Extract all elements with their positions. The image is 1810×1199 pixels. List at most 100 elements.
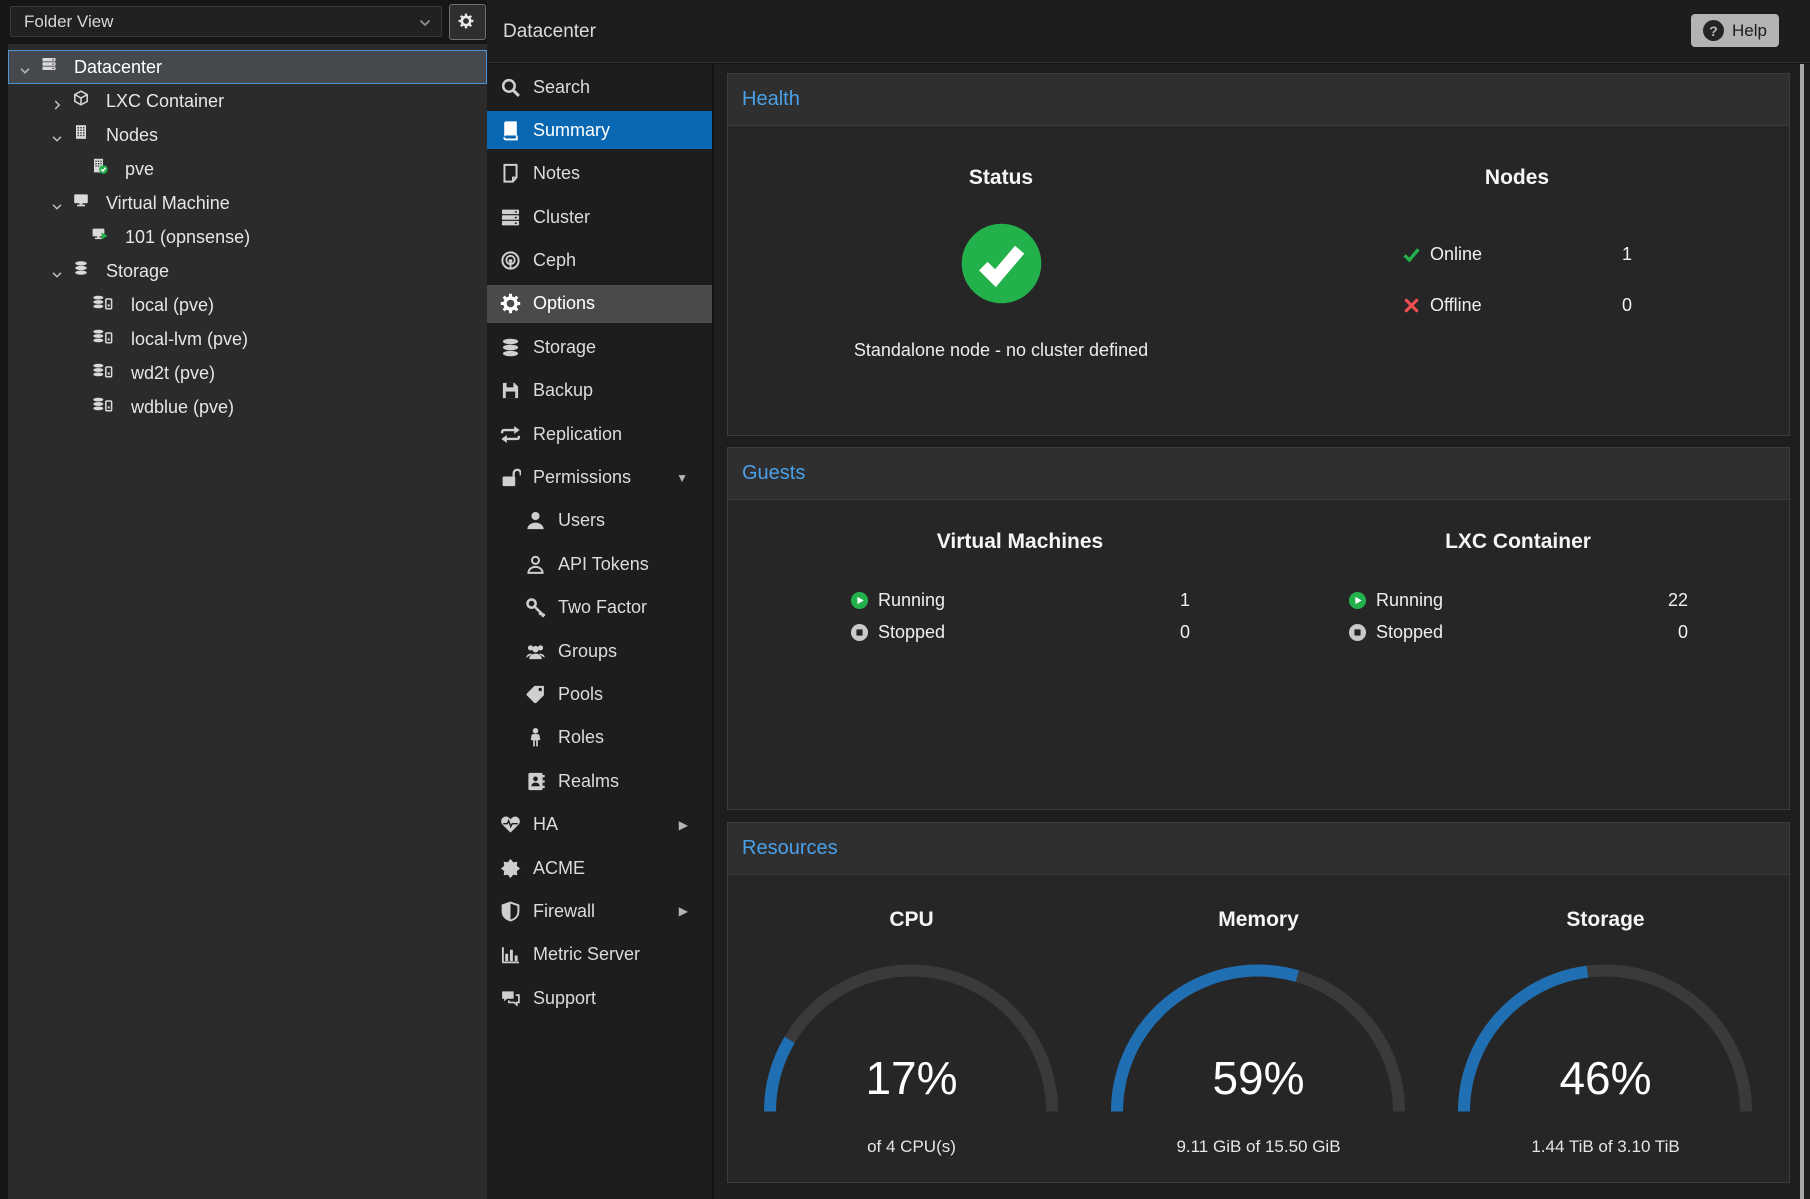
monitor-play-icon — [92, 226, 114, 248]
guests-panel-title: Guests — [742, 462, 805, 485]
gauge-sub-label: 9.11 GiB of 15.50 GiB — [1082, 1137, 1435, 1157]
guest-row-value: 0 — [1180, 622, 1190, 643]
building-icon — [73, 124, 95, 146]
gauge-storage: Storage46%1.44 TiB of 3.10 TiB — [1429, 875, 1782, 1181]
tree-item-label: local-lvm (pve) — [131, 329, 248, 350]
tree-item-101-opnsense[interactable]: 101 (opnsense) — [8, 220, 487, 254]
expander-down-icon[interactable] — [18, 60, 32, 74]
gear-icon — [500, 293, 521, 314]
tree-settings-button[interactable] — [449, 4, 486, 40]
submenu-collapsed-icon[interactable]: ▶ — [679, 904, 688, 918]
tree-item-label: Nodes — [106, 125, 158, 146]
expander-down-icon[interactable] — [50, 196, 64, 210]
menu-item-support[interactable]: Support — [487, 979, 712, 1017]
node-row-label: Offline — [1430, 295, 1482, 316]
menu-item-firewall[interactable]: Firewall▶ — [487, 892, 712, 930]
menu-item-roles[interactable]: Roles — [487, 719, 712, 757]
cluster-icon — [500, 207, 521, 228]
menu-item-label: Summary — [533, 120, 610, 141]
resources-panel-header: Resources — [728, 823, 1789, 875]
expander-down-icon — [18, 64, 32, 78]
floppy-icon — [500, 380, 521, 401]
gauge-percent: 59% — [1082, 1051, 1435, 1105]
tree-item-local-lvm-pve[interactable]: local-lvm (pve) — [8, 322, 487, 356]
gauge-memory: Memory 59% 9.11 GiB of 15.50 GiB — [1082, 875, 1435, 1181]
expander-right-icon[interactable] — [50, 94, 64, 108]
submenu-collapsed-icon[interactable]: ▶ — [679, 818, 688, 832]
health-panel-title: Health — [742, 88, 800, 111]
menu: Search Summary Notes Cluster Ceph Options Stor… — [487, 64, 713, 1199]
help-button[interactable]: ? Help — [1691, 14, 1779, 47]
menu-item-backup[interactable]: Backup — [487, 372, 712, 410]
menu-item-label: Backup — [533, 380, 593, 401]
guest-row-label: Stopped — [878, 622, 945, 643]
menu-item-cluster[interactable]: Cluster — [487, 198, 712, 236]
menu-item-search[interactable]: Search — [487, 68, 712, 106]
menu-item-label: Realms — [558, 771, 619, 792]
tag-icon — [525, 684, 546, 705]
expander-down-icon[interactable] — [50, 264, 64, 278]
guest-rows-lxc-container: Running22Stopped0 — [1348, 587, 1688, 651]
tree-item-nodes[interactable]: Nodes — [8, 118, 487, 152]
tree-item-label: LXC Container — [106, 91, 224, 112]
content: Health Status Nodes Standalone node - no… — [714, 64, 1810, 1199]
content-scrollbar[interactable] — [1800, 64, 1804, 1199]
node-row-online: Online1 — [1402, 241, 1632, 267]
database-icon — [73, 260, 95, 282]
tree-item-virtual-machine[interactable]: Virtual Machine — [8, 186, 487, 220]
database-drive-icon — [92, 294, 120, 316]
menu-item-pools[interactable]: Pools — [487, 675, 712, 713]
menu-item-realms[interactable]: Realms — [487, 762, 712, 800]
tree: Datacenter LXC Container Nodes pveVirtual M… — [8, 44, 487, 1199]
tree-item-local-pve[interactable]: local (pve) — [8, 288, 487, 322]
menu-item-label: HA — [533, 814, 558, 835]
guest-row-value: 22 — [1668, 590, 1688, 611]
user-icon — [525, 510, 546, 531]
folder-view-select[interactable]: Folder View — [10, 6, 442, 37]
menu-item-summary[interactable]: Summary — [487, 111, 712, 149]
menu-item-label: Support — [533, 988, 596, 1009]
tree-item-wd2t-pve[interactable]: wd2t (pve) — [8, 356, 487, 390]
guest-row-running: Running1 — [850, 587, 1190, 613]
expander-right-icon — [50, 98, 64, 112]
tree-item-wdblue-pve[interactable]: wdblue (pve) — [8, 390, 487, 424]
key-icon — [525, 597, 546, 618]
menu-item-storage[interactable]: Storage — [487, 328, 712, 366]
tree-item-datacenter[interactable]: Datacenter — [8, 50, 487, 84]
unlock-icon — [500, 467, 521, 488]
menu-item-api-tokens[interactable]: API Tokens — [487, 545, 712, 583]
menu-item-label: ACME — [533, 858, 585, 879]
node-status-rows: Online1Offline0 — [1402, 241, 1632, 343]
menu-item-metric-server[interactable]: Metric Server — [487, 936, 712, 974]
menu-item-label: API Tokens — [558, 554, 649, 575]
tree-item-lxc-container[interactable]: LXC Container — [8, 84, 487, 118]
menu-item-users[interactable]: Users — [487, 502, 712, 540]
guest-row-value: 0 — [1678, 622, 1688, 643]
tree-item-storage[interactable]: Storage — [8, 254, 487, 288]
menu-item-permissions[interactable]: Permissions▼ — [487, 459, 712, 497]
menu-item-notes[interactable]: Notes — [487, 155, 712, 193]
menu-item-label: Users — [558, 510, 605, 531]
submenu-expanded-icon[interactable]: ▼ — [676, 471, 688, 485]
expander-down-icon — [50, 132, 64, 146]
menu-item-two-factor[interactable]: Two Factor — [487, 589, 712, 627]
menu-item-options[interactable]: Options — [487, 285, 712, 323]
menu-item-groups[interactable]: Groups — [487, 632, 712, 670]
menu-item-replication[interactable]: Replication — [487, 415, 712, 453]
menu-item-acme[interactable]: ACME — [487, 849, 712, 887]
cube-icon — [73, 90, 95, 112]
tree-item-label: wdblue (pve) — [131, 397, 234, 418]
check-icon — [1402, 245, 1421, 264]
gauge-heading: Memory — [1082, 908, 1435, 932]
guest-row-running: Running22 — [1348, 587, 1688, 613]
menu-item-ceph[interactable]: Ceph — [487, 242, 712, 280]
expander-down-icon[interactable] — [50, 128, 64, 142]
scrollbar-thumb[interactable] — [1800, 64, 1804, 1199]
tree-item-label: wd2t (pve) — [131, 363, 215, 384]
menu-item-ha[interactable]: HA ▶ — [487, 806, 712, 844]
menu-item-label: Two Factor — [558, 597, 647, 618]
tree-item-pve[interactable]: pve — [8, 152, 487, 186]
nodes-heading: Nodes — [1317, 166, 1717, 190]
guests-column-heading-lxc-container: LXC Container — [1318, 530, 1718, 554]
gauge-heading: CPU — [735, 908, 1088, 932]
